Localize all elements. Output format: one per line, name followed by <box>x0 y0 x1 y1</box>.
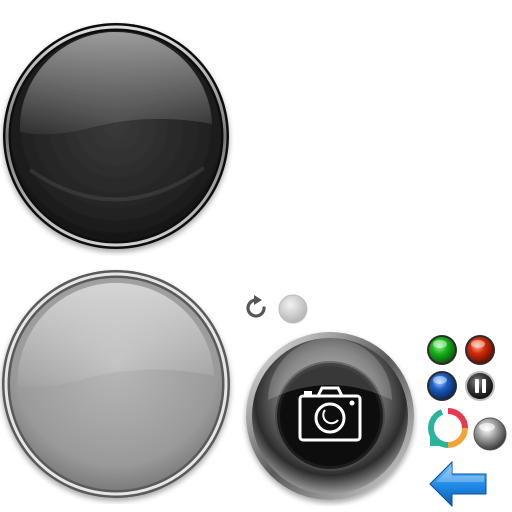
large-dark-button[interactable] <box>0 20 236 256</box>
green-led-icon[interactable] <box>425 333 459 367</box>
large-light-button[interactable] <box>0 268 236 504</box>
loading-ring-icon <box>427 408 468 448</box>
red-led-icon[interactable] <box>463 333 497 367</box>
refresh-icon[interactable] <box>240 292 272 324</box>
camera-button[interactable] <box>242 330 418 506</box>
silver-ball-icon[interactable] <box>472 416 508 452</box>
pause-icon[interactable] <box>463 369 497 403</box>
gray-dot-icon[interactable] <box>276 292 310 326</box>
arrow-left-icon[interactable] <box>428 458 492 510</box>
blue-led-icon[interactable] <box>425 369 459 403</box>
